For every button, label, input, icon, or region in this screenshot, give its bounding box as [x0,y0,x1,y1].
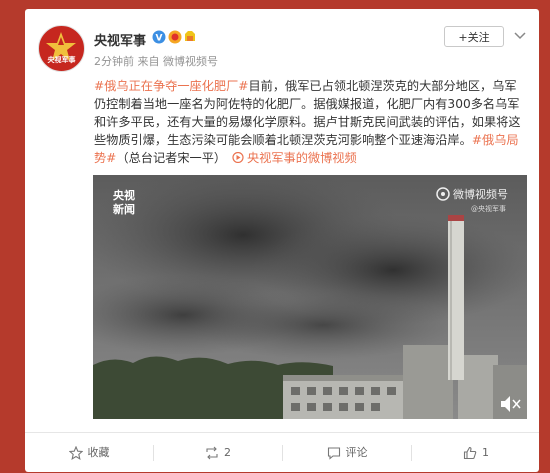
member-medal-icon [168,30,182,44]
comment-button[interactable]: 评论 [283,433,411,473]
follow-button[interactable]: +关注 [444,26,504,47]
weibo-post-card: 央视军事 央视军事 V 2分钟前 来自 微博视频号 +关注 #俄乌正在争夺一座化… [25,9,539,472]
author-name[interactable]: 央视军事 [94,30,146,49]
video-player[interactable]: 央视 新闻 微博视频号 @央视军事 [93,175,527,419]
video-link-label: 央视军事的微博视频 [246,151,357,165]
post-byline: （总台记者宋一平） [116,151,227,165]
comment-label: 评论 [345,446,368,459]
repost-count: 2 [224,446,231,459]
post-meta: 2分钟前 来自 微博视频号 [94,55,218,68]
video-logo-line1: 央视 [113,188,135,202]
post-action-bar: 收藏 2 评论 1 [25,432,539,473]
avatar-label: 央视军事 [47,56,76,64]
fan-medal-icon [185,31,195,41]
like-button[interactable]: 1 [412,433,540,473]
repost-icon [206,446,218,460]
author-avatar[interactable]: 央视军事 [38,25,85,72]
post-text: #俄乌正在争夺一座化肥厂#目前，俄军已占领北顿涅茨克的大部分地区，乌军仍控制着当… [94,77,526,167]
video-play-icon [232,151,244,164]
repost-button[interactable]: 2 [154,433,282,473]
watermark-sub: @央视军事 [471,204,506,213]
like-count: 1 [482,446,489,459]
thumbs-up-icon [463,446,477,460]
star-icon [68,446,83,460]
verified-badge-icon: V [152,30,166,44]
svg-text:V: V [156,34,163,44]
favorite-button[interactable]: 收藏 [25,433,153,473]
watermark-title: 微博视频号 [453,187,508,201]
video-logo-line2: 新闻 [113,202,135,216]
video-link[interactable]: 央视军事的微博视频 [230,151,357,165]
favorite-label: 收藏 [87,446,110,459]
video-frame: 央视 新闻 微博视频号 @央视军事 [93,175,527,419]
comment-icon [327,447,340,460]
chevron-down-icon[interactable] [514,31,526,41]
hashtag-link[interactable]: #俄乌正在争夺一座化肥厂# [94,79,249,93]
